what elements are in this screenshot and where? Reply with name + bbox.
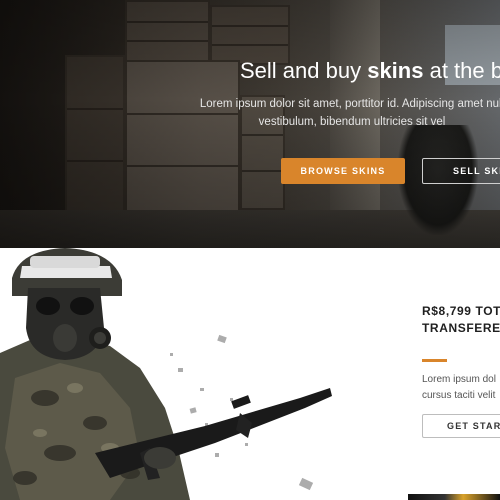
promo-description: Lorem ipsum dol cursus taciti velit [422, 372, 500, 404]
stat-line-2: TRANSFERED [422, 321, 500, 335]
hero-title: Sell and buy skins at the be [240, 58, 500, 84]
stat-line-1: R$8,799 TOT [422, 304, 500, 318]
promo-text-line-1: Lorem ipsum dol [422, 374, 496, 385]
soldier-illustration [0, 248, 332, 500]
get-started-button[interactable]: GET STAR [422, 414, 500, 438]
stats-section: R$8,799 TOT TRANSFERED Lorem ipsum dol cur… [0, 248, 500, 500]
hero-title-prefix: Sell and buy [240, 58, 368, 83]
hero-title-suffix: at the be [429, 58, 500, 83]
promo-text-line-2: cursus taciti velit [422, 390, 496, 401]
hero-banner: Sell and buy skins at the be Lorem ipsum… [0, 0, 500, 248]
total-transferred-stat: R$8,799 TOT TRANSFERED [422, 303, 500, 337]
accent-divider [422, 359, 447, 362]
sell-skins-button[interactable]: SELL SKI [422, 158, 500, 184]
bottom-image-strip [408, 494, 500, 500]
hero-title-bold: skins [367, 58, 424, 83]
browse-skins-button[interactable]: BROWSE SKINS [281, 158, 405, 184]
hero-subtitle: Lorem ipsum dolor sit amet, porttitor id… [199, 98, 500, 128]
